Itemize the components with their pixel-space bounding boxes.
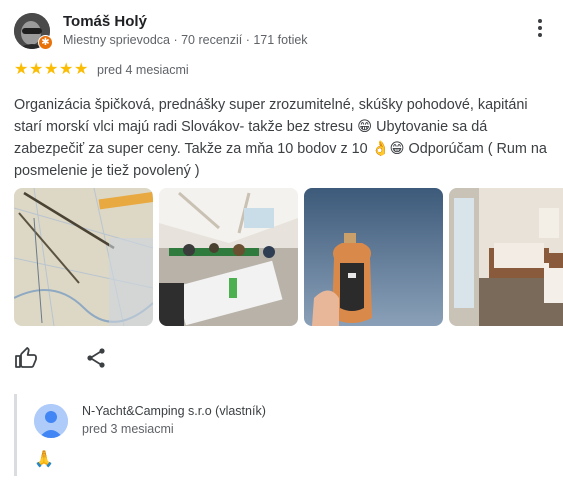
owner-response-text: 🙏 (34, 451, 54, 468)
star-icon: ★ (44, 61, 59, 78)
photo-rum-bottle[interactable] (304, 188, 443, 326)
review-date: pred 4 mesiacmi (97, 63, 189, 77)
thumbs-up-icon[interactable] (14, 346, 38, 370)
more-options-icon[interactable] (530, 19, 550, 43)
local-guide-badge-icon: ✱ (38, 35, 53, 50)
review-text: Organizácia špičková, prednášky super zr… (14, 97, 547, 179)
owner-response-divider (14, 394, 17, 476)
star-icon: ★ (14, 61, 29, 78)
star-icon: ★ (29, 61, 44, 78)
share-icon[interactable] (84, 346, 108, 370)
star-icon: ★ (74, 61, 89, 78)
owner-avatar (34, 404, 68, 438)
photo-classroom[interactable] (159, 188, 298, 326)
reviewer-meta: Miestny sprievodca · 70 recenzií · 171 f… (63, 33, 308, 47)
reviewer-name[interactable]: Tomáš Holý (63, 13, 147, 30)
photo-bedroom[interactable] (449, 188, 563, 326)
star-rating: ★ ★ ★ ★ ★ (14, 61, 89, 79)
owner-response-date: pred 3 mesiacmi (82, 422, 174, 436)
photo-strip (14, 188, 563, 326)
star-icon: ★ (59, 61, 74, 78)
photo-nautical-chart[interactable] (14, 188, 153, 326)
owner-name: N-Yacht&Camping s.r.o (vlastník) (82, 404, 266, 418)
